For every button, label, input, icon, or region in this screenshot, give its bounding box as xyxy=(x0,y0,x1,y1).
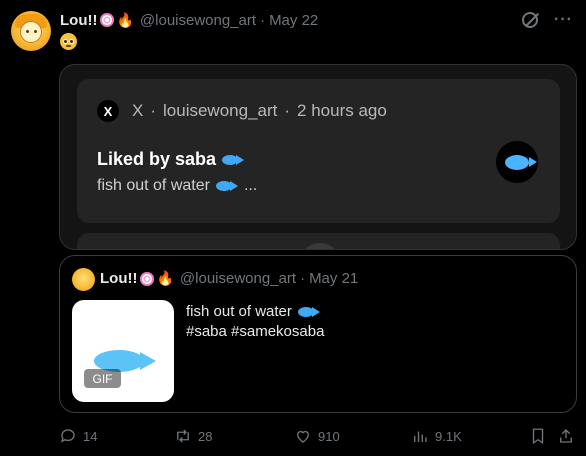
notification-title: Liked by saba xyxy=(97,149,245,170)
author-name[interactable]: Lou!! xyxy=(60,12,97,29)
quoted-post-header: Lou!! 🔥 @louisewong_art · May 21 xyxy=(100,270,358,287)
quoted-text-line1: fish out of water xyxy=(186,303,292,320)
separator: · xyxy=(260,11,266,29)
post-date[interactable]: May 22 xyxy=(269,12,318,29)
lollipop-emoji-icon xyxy=(140,271,155,286)
repost-icon xyxy=(177,429,189,443)
author-avatar[interactable] xyxy=(11,11,51,51)
avatar-placeholder xyxy=(299,243,341,249)
notification-title-text: Liked by saba xyxy=(97,149,217,169)
quoted-hashtags[interactable]: #saba #samekosaba xyxy=(186,322,324,342)
repost-button[interactable]: 28 xyxy=(174,426,212,446)
quoted-gif-thumbnail[interactable]: GIF xyxy=(72,300,174,402)
fish-avatar-icon xyxy=(496,141,538,183)
post-image[interactable]: X X · louisewong_art · 2 hours ago Liked… xyxy=(59,64,577,250)
like-icon xyxy=(297,430,309,443)
notification-body: fish out of water ... xyxy=(97,177,257,195)
share-button[interactable] xyxy=(557,426,575,446)
avatar-face xyxy=(20,21,42,43)
emoji-eye xyxy=(63,39,68,44)
post-header-actions: ··· xyxy=(522,11,573,29)
fish-emoji-icon xyxy=(297,306,320,318)
action-bar: 14 28 910 9.1K xyxy=(59,426,579,446)
emoji-eye xyxy=(69,39,74,44)
post-header: Lou!! 🔥 @louisewong_art · May 22 xyxy=(60,10,318,30)
x-logo-icon: X xyxy=(97,100,119,122)
avatar-eye xyxy=(34,30,37,33)
emoji-mouth xyxy=(66,45,71,47)
views-count: 9.1K xyxy=(435,428,462,444)
separator: · xyxy=(300,270,306,287)
views-button[interactable]: 9.1K xyxy=(411,426,462,446)
grok-icon[interactable] xyxy=(522,12,539,28)
notification-body-text: fish out of water xyxy=(97,177,210,194)
bookmark-icon xyxy=(532,428,544,445)
separator: · xyxy=(284,101,291,120)
repost-count: 28 xyxy=(198,428,213,444)
reply-icon xyxy=(60,429,75,443)
separator: · xyxy=(150,101,157,120)
notification-source: X · louisewong_art · 2 hours ago xyxy=(132,100,387,122)
lollipop-emoji-icon xyxy=(100,13,115,27)
avatar-eye xyxy=(26,30,29,33)
reply-button[interactable]: 14 xyxy=(59,426,97,446)
quoted-post-text: fish out of water #saba #samekosaba xyxy=(186,302,324,342)
gif-badge: GIF xyxy=(84,369,121,388)
notification-card: X X · louisewong_art · 2 hours ago Liked… xyxy=(77,79,560,223)
fish-emoji-icon xyxy=(215,180,238,192)
quoted-post-date: May 21 xyxy=(309,270,359,287)
notification-handle: louisewong_art xyxy=(163,101,278,120)
notification-card-partial xyxy=(77,233,560,249)
fish-emoji-icon xyxy=(222,154,245,166)
pleading-face-emoji-icon xyxy=(60,33,77,50)
more-icon[interactable]: ··· xyxy=(554,11,573,29)
quoted-post[interactable]: Lou!! 🔥 @louisewong_art · May 21 GIF fis… xyxy=(59,255,577,413)
fire-emoji-icon: 🔥 xyxy=(116,11,134,28)
bookmark-button[interactable] xyxy=(529,426,547,446)
fire-emoji-icon: 🔥 xyxy=(156,270,174,286)
notification-time: 2 hours ago xyxy=(297,101,387,120)
notification-ellipsis: ... xyxy=(243,177,258,194)
fish-gif-tail xyxy=(140,352,156,370)
share-icon xyxy=(560,429,572,443)
views-icon xyxy=(414,431,427,442)
author-handle[interactable]: @louisewong_art xyxy=(140,12,256,29)
like-button[interactable]: 910 xyxy=(294,426,340,446)
notification-app: X xyxy=(132,101,144,120)
like-count: 910 xyxy=(318,428,340,444)
quoted-author-name: Lou!! xyxy=(100,270,138,287)
reply-count: 14 xyxy=(83,428,98,444)
quoted-author-avatar[interactable] xyxy=(72,268,95,291)
quoted-author-handle: @louisewong_art xyxy=(179,270,297,287)
